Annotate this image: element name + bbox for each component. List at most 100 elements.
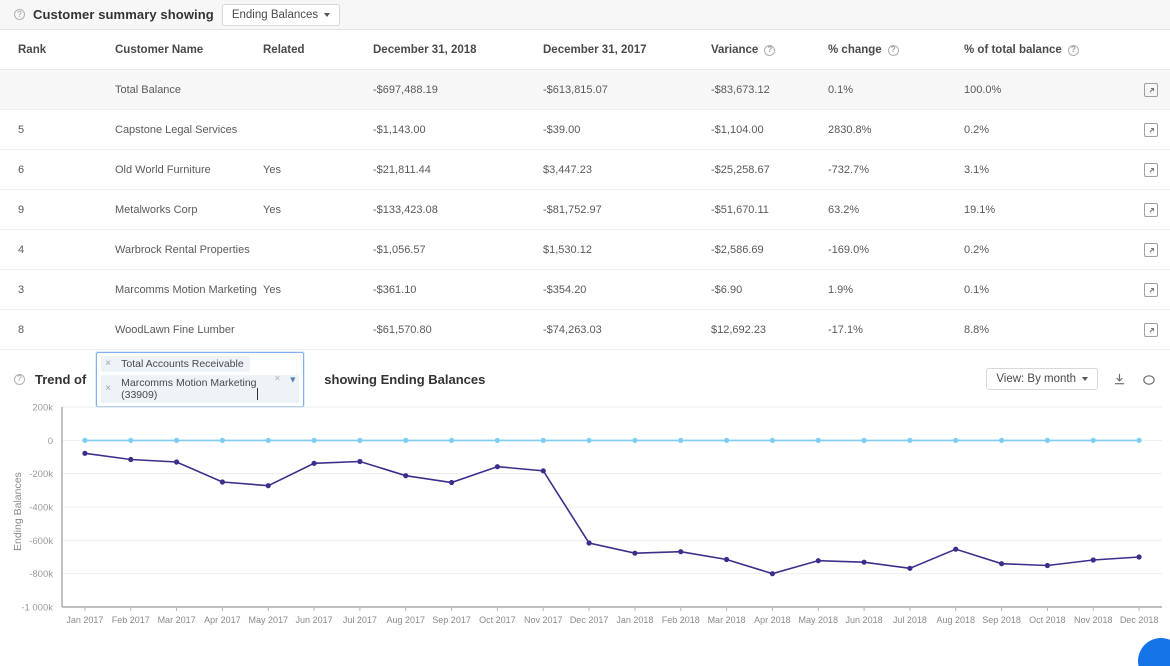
- data-point[interactable]: [861, 437, 867, 443]
- column-header-december-2017[interactable]: December 31, 2017: [543, 30, 711, 70]
- data-point[interactable]: [1090, 437, 1096, 443]
- data-point[interactable]: [1044, 437, 1051, 443]
- table-row[interactable]: 6 Old World Furniture Yes -$21,811.44 $3,447…: [0, 149, 1170, 190]
- data-point[interactable]: [586, 540, 592, 546]
- column-header-december-2018[interactable]: December 31, 2018: [373, 30, 543, 70]
- column-header-variance[interactable]: Variance ?: [711, 30, 828, 70]
- data-point[interactable]: [540, 468, 546, 474]
- data-point[interactable]: [82, 437, 88, 443]
- data-point[interactable]: [403, 437, 409, 443]
- comment-icon[interactable]: [1141, 372, 1156, 387]
- x-axis-tick-label: Aug 2017: [386, 615, 425, 625]
- selected-tag-marcomms-motion-marketing[interactable]: × Marcomms Motion Marketing (33909): [101, 374, 300, 403]
- data-point[interactable]: [998, 437, 1005, 443]
- data-point[interactable]: [815, 558, 821, 564]
- clear-all-icon[interactable]: ×: [275, 374, 281, 385]
- data-point[interactable]: [632, 437, 638, 443]
- data-point[interactable]: [1136, 554, 1142, 560]
- cell-actions[interactable]: [1094, 309, 1170, 350]
- pct-change-info-icon[interactable]: ?: [887, 44, 899, 56]
- data-point[interactable]: [311, 437, 317, 443]
- data-point[interactable]: [953, 437, 959, 443]
- data-point[interactable]: [357, 437, 363, 443]
- cell-actions[interactable]: [1094, 189, 1170, 230]
- data-point[interactable]: [357, 458, 363, 465]
- data-point[interactable]: [678, 549, 684, 555]
- data-point[interactable]: [1044, 562, 1051, 569]
- data-point[interactable]: [540, 437, 546, 443]
- data-point[interactable]: [953, 546, 959, 552]
- data-point[interactable]: [403, 473, 409, 479]
- cell-actions[interactable]: [1094, 269, 1170, 310]
- column-header-related[interactable]: Related: [263, 30, 373, 70]
- info-icon[interactable]: ?: [14, 9, 25, 20]
- y-axis-tick-label: -200k: [29, 469, 53, 480]
- data-point[interactable]: [219, 479, 226, 485]
- data-point[interactable]: [448, 479, 455, 486]
- trend-info-icon[interactable]: ?: [14, 373, 25, 385]
- open-in-new-icon[interactable]: [1144, 203, 1158, 217]
- table-row[interactable]: 9 Metalworks Corp Yes -$133,423.08 -$81,752.…: [0, 189, 1170, 230]
- column-header-pct-change[interactable]: % change ?: [828, 30, 964, 70]
- data-point[interactable]: [907, 437, 913, 443]
- ending-balances-filter-button[interactable]: Ending Balances: [221, 3, 341, 26]
- column-header-rank[interactable]: Rank: [0, 30, 115, 70]
- data-point[interactable]: [265, 437, 271, 443]
- cell-actions[interactable]: [1094, 149, 1170, 190]
- table-row[interactable]: 4 Warbrock Rental Properties -$1,056.57 $1,…: [0, 229, 1170, 270]
- cell-actions[interactable]: [1094, 109, 1170, 150]
- view-by-month-button[interactable]: View: By month: [986, 368, 1098, 390]
- table-row[interactable]: 5 Capstone Legal Services -$1,143.00 -$39.0…: [0, 109, 1170, 150]
- data-point[interactable]: [448, 437, 455, 443]
- ending-balances-line-chart[interactable]: 200k 0 -200k -400k -600k -800k -1 000k Jan 2017…: [0, 401, 1170, 641]
- data-point[interactable]: [265, 483, 271, 489]
- column-header-customer-name[interactable]: Customer Name: [115, 30, 263, 70]
- data-point[interactable]: [769, 571, 776, 577]
- data-point[interactable]: [494, 464, 501, 470]
- remove-tag-icon[interactable]: ×: [101, 358, 115, 369]
- data-point[interactable]: [769, 437, 776, 443]
- data-point[interactable]: [219, 437, 226, 443]
- open-in-new-icon[interactable]: [1144, 83, 1158, 97]
- open-in-new-icon[interactable]: [1144, 243, 1158, 257]
- data-point[interactable]: [678, 437, 684, 443]
- data-point[interactable]: [861, 559, 867, 565]
- data-point[interactable]: [632, 550, 638, 556]
- cell-december-2017: $1,530.12: [543, 229, 711, 270]
- table-row-total[interactable]: Total Balance -$697,488.19 -$613,815.07 -$8…: [0, 69, 1170, 110]
- data-point[interactable]: [173, 437, 180, 443]
- x-axis-tick-label: Nov 2017: [524, 615, 563, 625]
- column-header-pct-total-balance[interactable]: % of total balance ?: [964, 30, 1094, 70]
- data-point[interactable]: [1090, 557, 1096, 563]
- data-point[interactable]: [311, 460, 317, 466]
- data-point[interactable]: [815, 437, 821, 443]
- data-point[interactable]: [82, 450, 88, 456]
- open-in-new-icon[interactable]: [1144, 163, 1158, 177]
- table-row[interactable]: 3 Marcomms Motion Marketing Yes -$361.10 -$3…: [0, 269, 1170, 310]
- cell-actions[interactable]: [1094, 229, 1170, 270]
- data-point[interactable]: [723, 556, 730, 563]
- data-point[interactable]: [173, 459, 180, 465]
- data-point[interactable]: [1136, 437, 1142, 443]
- data-point[interactable]: [723, 437, 730, 443]
- open-in-new-icon[interactable]: [1144, 323, 1158, 337]
- selected-tag-total-accounts-receivable[interactable]: × Total Accounts Receivable: [101, 355, 250, 372]
- open-in-new-icon[interactable]: [1144, 123, 1158, 137]
- download-icon[interactable]: [1112, 372, 1127, 387]
- chevron-down-icon[interactable]: ▼: [288, 374, 297, 384]
- remove-tag-icon[interactable]: ×: [101, 383, 115, 394]
- cell-rank: 9: [0, 189, 115, 230]
- data-point[interactable]: [586, 437, 592, 443]
- variance-info-icon[interactable]: ?: [764, 44, 776, 56]
- data-point[interactable]: [998, 561, 1005, 567]
- account-multiselect[interactable]: × Total Accounts Receivable × Marcomms M…: [96, 351, 305, 407]
- table-row[interactable]: 8 WoodLawn Fine Lumber -$61,570.80 -$74,263…: [0, 309, 1170, 350]
- data-point[interactable]: [128, 456, 134, 463]
- data-point[interactable]: [907, 565, 913, 571]
- open-in-new-icon[interactable]: [1144, 283, 1158, 297]
- data-point[interactable]: [128, 437, 134, 443]
- cell-actions[interactable]: [1094, 69, 1170, 110]
- data-point[interactable]: [494, 437, 501, 443]
- pct-total-info-icon[interactable]: ?: [1067, 44, 1079, 56]
- x-axis-tick-label: Oct 2017: [479, 615, 516, 625]
